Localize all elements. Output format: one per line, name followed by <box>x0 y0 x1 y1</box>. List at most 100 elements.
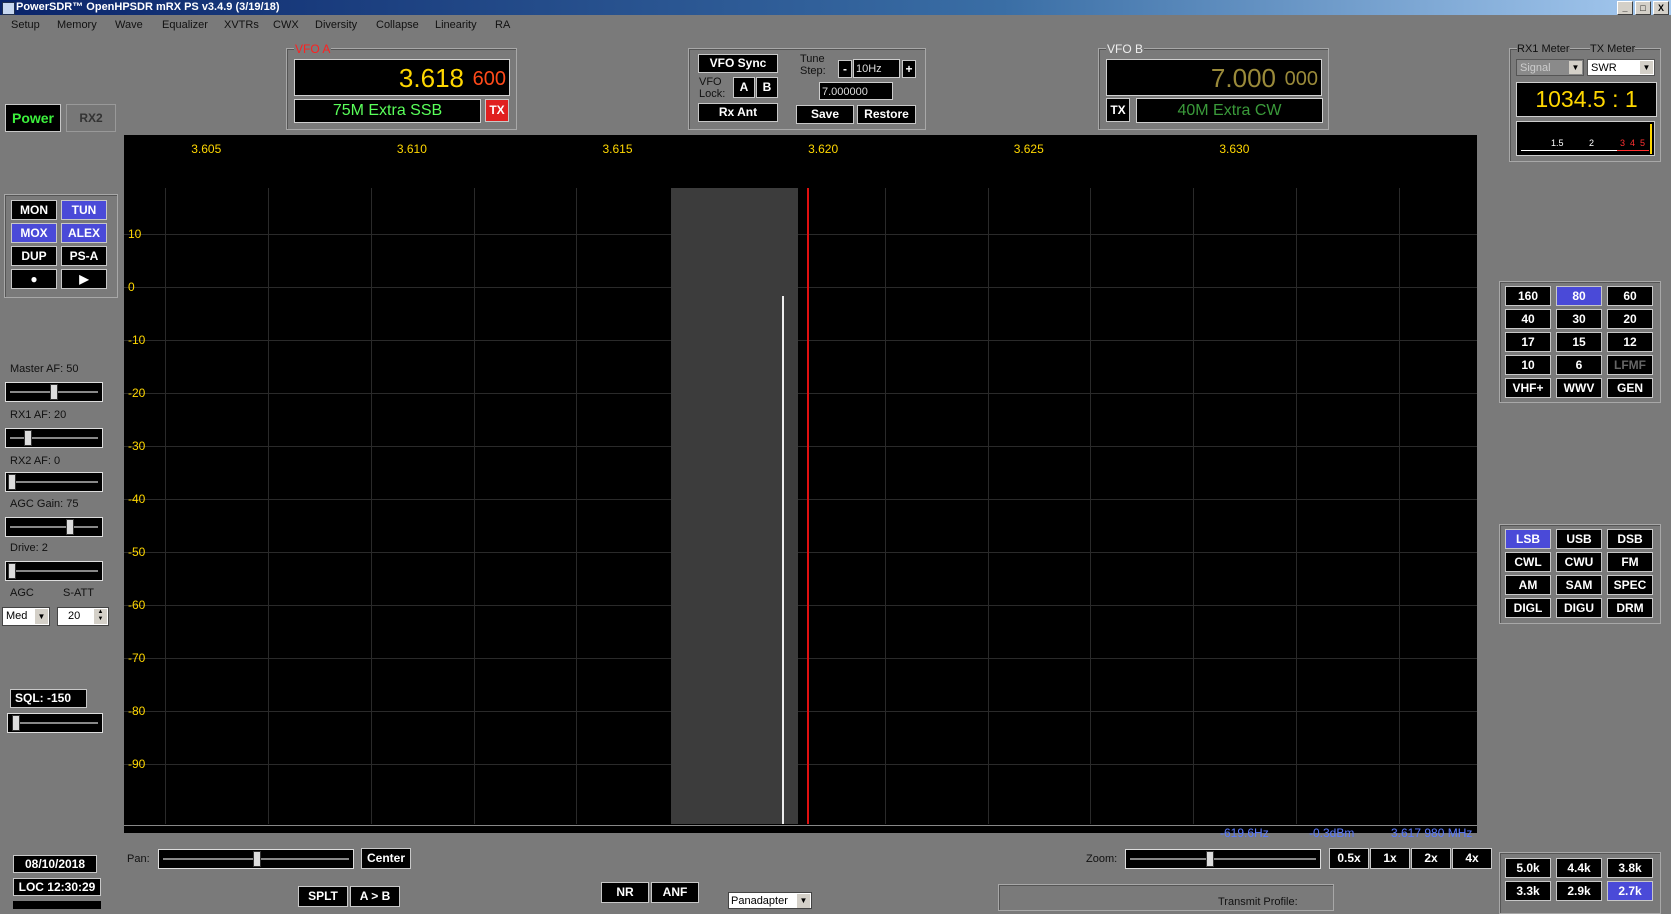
mode-button-usb[interactable]: USB <box>1556 529 1602 549</box>
filter-button-38k[interactable]: 3.8k <box>1607 858 1653 878</box>
chevron-down-icon[interactable]: ▼ <box>1569 61 1582 74</box>
pan-thumb[interactable] <box>253 851 261 867</box>
vfo-a-tx-button[interactable]: TX <box>485 99 509 122</box>
vfo-lock-b-button[interactable]: B <box>756 77 778 98</box>
split-button[interactable]: SPLT <box>298 886 348 907</box>
vfo-b-tx-button[interactable]: TX <box>1106 98 1130 122</box>
close-button[interactable]: X <box>1653 1 1669 15</box>
mode-button-fm[interactable]: FM <box>1607 552 1653 572</box>
band-button-17[interactable]: 17 <box>1505 332 1551 352</box>
rx-ant-button[interactable]: Rx Ant <box>698 103 778 122</box>
band-button-20[interactable]: 20 <box>1607 309 1653 329</box>
menu-ra[interactable]: RA <box>495 19 510 31</box>
menu-linearity[interactable]: Linearity <box>435 19 477 31</box>
zoom-0-5x-button[interactable]: 0.5x <box>1329 848 1369 869</box>
save-button[interactable]: Save <box>796 105 854 124</box>
band-button-lfmf[interactable]: LFMF <box>1607 355 1653 375</box>
a-to-b-button[interactable]: A > B <box>350 886 400 907</box>
band-button-60[interactable]: 60 <box>1607 286 1653 306</box>
play-button[interactable]: ▶ <box>61 269 107 289</box>
rx1-af-thumb[interactable] <box>24 430 32 446</box>
vfo-lock-a-button[interactable]: A <box>733 77 755 98</box>
agc-gain-slider[interactable] <box>5 517 103 537</box>
menu-diversity[interactable]: Diversity <box>315 19 357 31</box>
mode-button-cwu[interactable]: CWU <box>1556 552 1602 572</box>
chevron-down-icon[interactable]: ▼ <box>35 609 48 624</box>
band-button-12[interactable]: 12 <box>1607 332 1653 352</box>
zoom-slider[interactable] <box>1125 849 1321 869</box>
vfo-a-display[interactable]: 3.618 600 <box>294 59 510 96</box>
memory-freq-field[interactable]: 7.000000 <box>819 82 893 100</box>
alex-button[interactable]: ALEX <box>61 223 107 243</box>
band-button-gen[interactable]: GEN <box>1607 378 1653 398</box>
dup-button[interactable]: DUP <box>11 246 57 266</box>
chevron-down-icon[interactable]: ▼ <box>1640 61 1653 74</box>
mode-button-spec[interactable]: SPEC <box>1607 575 1653 595</box>
mode-button-sam[interactable]: SAM <box>1556 575 1602 595</box>
rx2-af-thumb[interactable] <box>8 474 16 490</box>
rx1-meter-select[interactable]: Signal ▼ <box>1516 59 1584 76</box>
menu-wave[interactable]: Wave <box>115 19 143 31</box>
record-button[interactable]: ● <box>11 269 57 289</box>
filter-button-50k[interactable]: 5.0k <box>1505 858 1551 878</box>
mode-button-digu[interactable]: DIGU <box>1556 598 1602 618</box>
filter-button-29k[interactable]: 2.9k <box>1556 881 1602 901</box>
sql-button[interactable]: SQL: -150 <box>10 689 87 708</box>
menu-setup[interactable]: Setup <box>11 19 40 31</box>
agc-select[interactable]: Med ▼ <box>2 607 50 626</box>
tune-step-minus[interactable]: - <box>838 60 852 78</box>
band-button-wwv[interactable]: WWV <box>1556 378 1602 398</box>
mox-button[interactable]: MOX <box>11 223 57 243</box>
center-button[interactable]: Center <box>361 848 411 869</box>
master-af-thumb[interactable] <box>50 384 58 400</box>
tune-step-plus[interactable]: + <box>902 60 916 78</box>
filter-button-44k[interactable]: 4.4k <box>1556 858 1602 878</box>
mode-button-cwl[interactable]: CWL <box>1505 552 1551 572</box>
minimize-button[interactable]: _ <box>1617 1 1633 15</box>
menu-cwx[interactable]: CWX <box>273 19 299 31</box>
nr-button[interactable]: NR <box>601 882 649 903</box>
tune-step-value[interactable]: 10Hz <box>853 59 900 78</box>
rx1-af-slider[interactable] <box>5 428 103 448</box>
tx-meter-select[interactable]: SWR ▼ <box>1587 59 1655 76</box>
band-button-vhf[interactable]: VHF+ <box>1505 378 1551 398</box>
s-att-stepper[interactable]: 20 ▲ ▼ <box>57 607 109 626</box>
display-mode-select[interactable]: Panadapter ▼ <box>728 892 812 909</box>
chevron-down-icon[interactable]: ▼ <box>797 894 810 908</box>
ps-a-button[interactable]: PS-A <box>61 246 107 266</box>
tun-button[interactable]: TUN <box>61 200 107 220</box>
maximize-button[interactable]: □ <box>1635 1 1651 15</box>
menu-collapse[interactable]: Collapse <box>376 19 419 31</box>
mode-button-dsb[interactable]: DSB <box>1607 529 1653 549</box>
mode-button-am[interactable]: AM <box>1505 575 1551 595</box>
panadapter-display[interactable] <box>124 135 1477 833</box>
band-button-40[interactable]: 40 <box>1505 309 1551 329</box>
mode-button-digl[interactable]: DIGL <box>1505 598 1551 618</box>
rx2-af-slider[interactable] <box>5 472 103 492</box>
sql-slider[interactable] <box>7 713 103 733</box>
anf-button[interactable]: ANF <box>651 882 699 903</box>
restore-button[interactable]: Restore <box>857 105 916 124</box>
mode-button-lsb[interactable]: LSB <box>1505 529 1551 549</box>
power-button[interactable]: Power <box>5 104 61 132</box>
filter-button-33k[interactable]: 3.3k <box>1505 881 1551 901</box>
sql-thumb[interactable] <box>12 715 20 731</box>
menu-equalizer[interactable]: Equalizer <box>162 19 208 31</box>
mon-button[interactable]: MON <box>11 200 57 220</box>
agc-gain-thumb[interactable] <box>66 519 74 535</box>
band-button-6[interactable]: 6 <box>1556 355 1602 375</box>
band-button-80[interactable]: 80 <box>1556 286 1602 306</box>
vfo-b-display[interactable]: 7.000 000 <box>1106 59 1322 96</box>
zoom-2x-button[interactable]: 2x <box>1411 848 1451 869</box>
band-button-30[interactable]: 30 <box>1556 309 1602 329</box>
filter-button-27k[interactable]: 2.7k <box>1607 881 1653 901</box>
drive-thumb[interactable] <box>8 563 16 579</box>
band-button-15[interactable]: 15 <box>1556 332 1602 352</box>
band-button-10[interactable]: 10 <box>1505 355 1551 375</box>
zoom-thumb[interactable] <box>1206 851 1214 867</box>
band-button-160[interactable]: 160 <box>1505 286 1551 306</box>
menu-memory[interactable]: Memory <box>57 19 97 31</box>
zoom-1x-button[interactable]: 1x <box>1370 848 1410 869</box>
rx2-button[interactable]: RX2 <box>66 104 116 132</box>
vfo-sync-button[interactable]: VFO Sync <box>698 54 778 73</box>
